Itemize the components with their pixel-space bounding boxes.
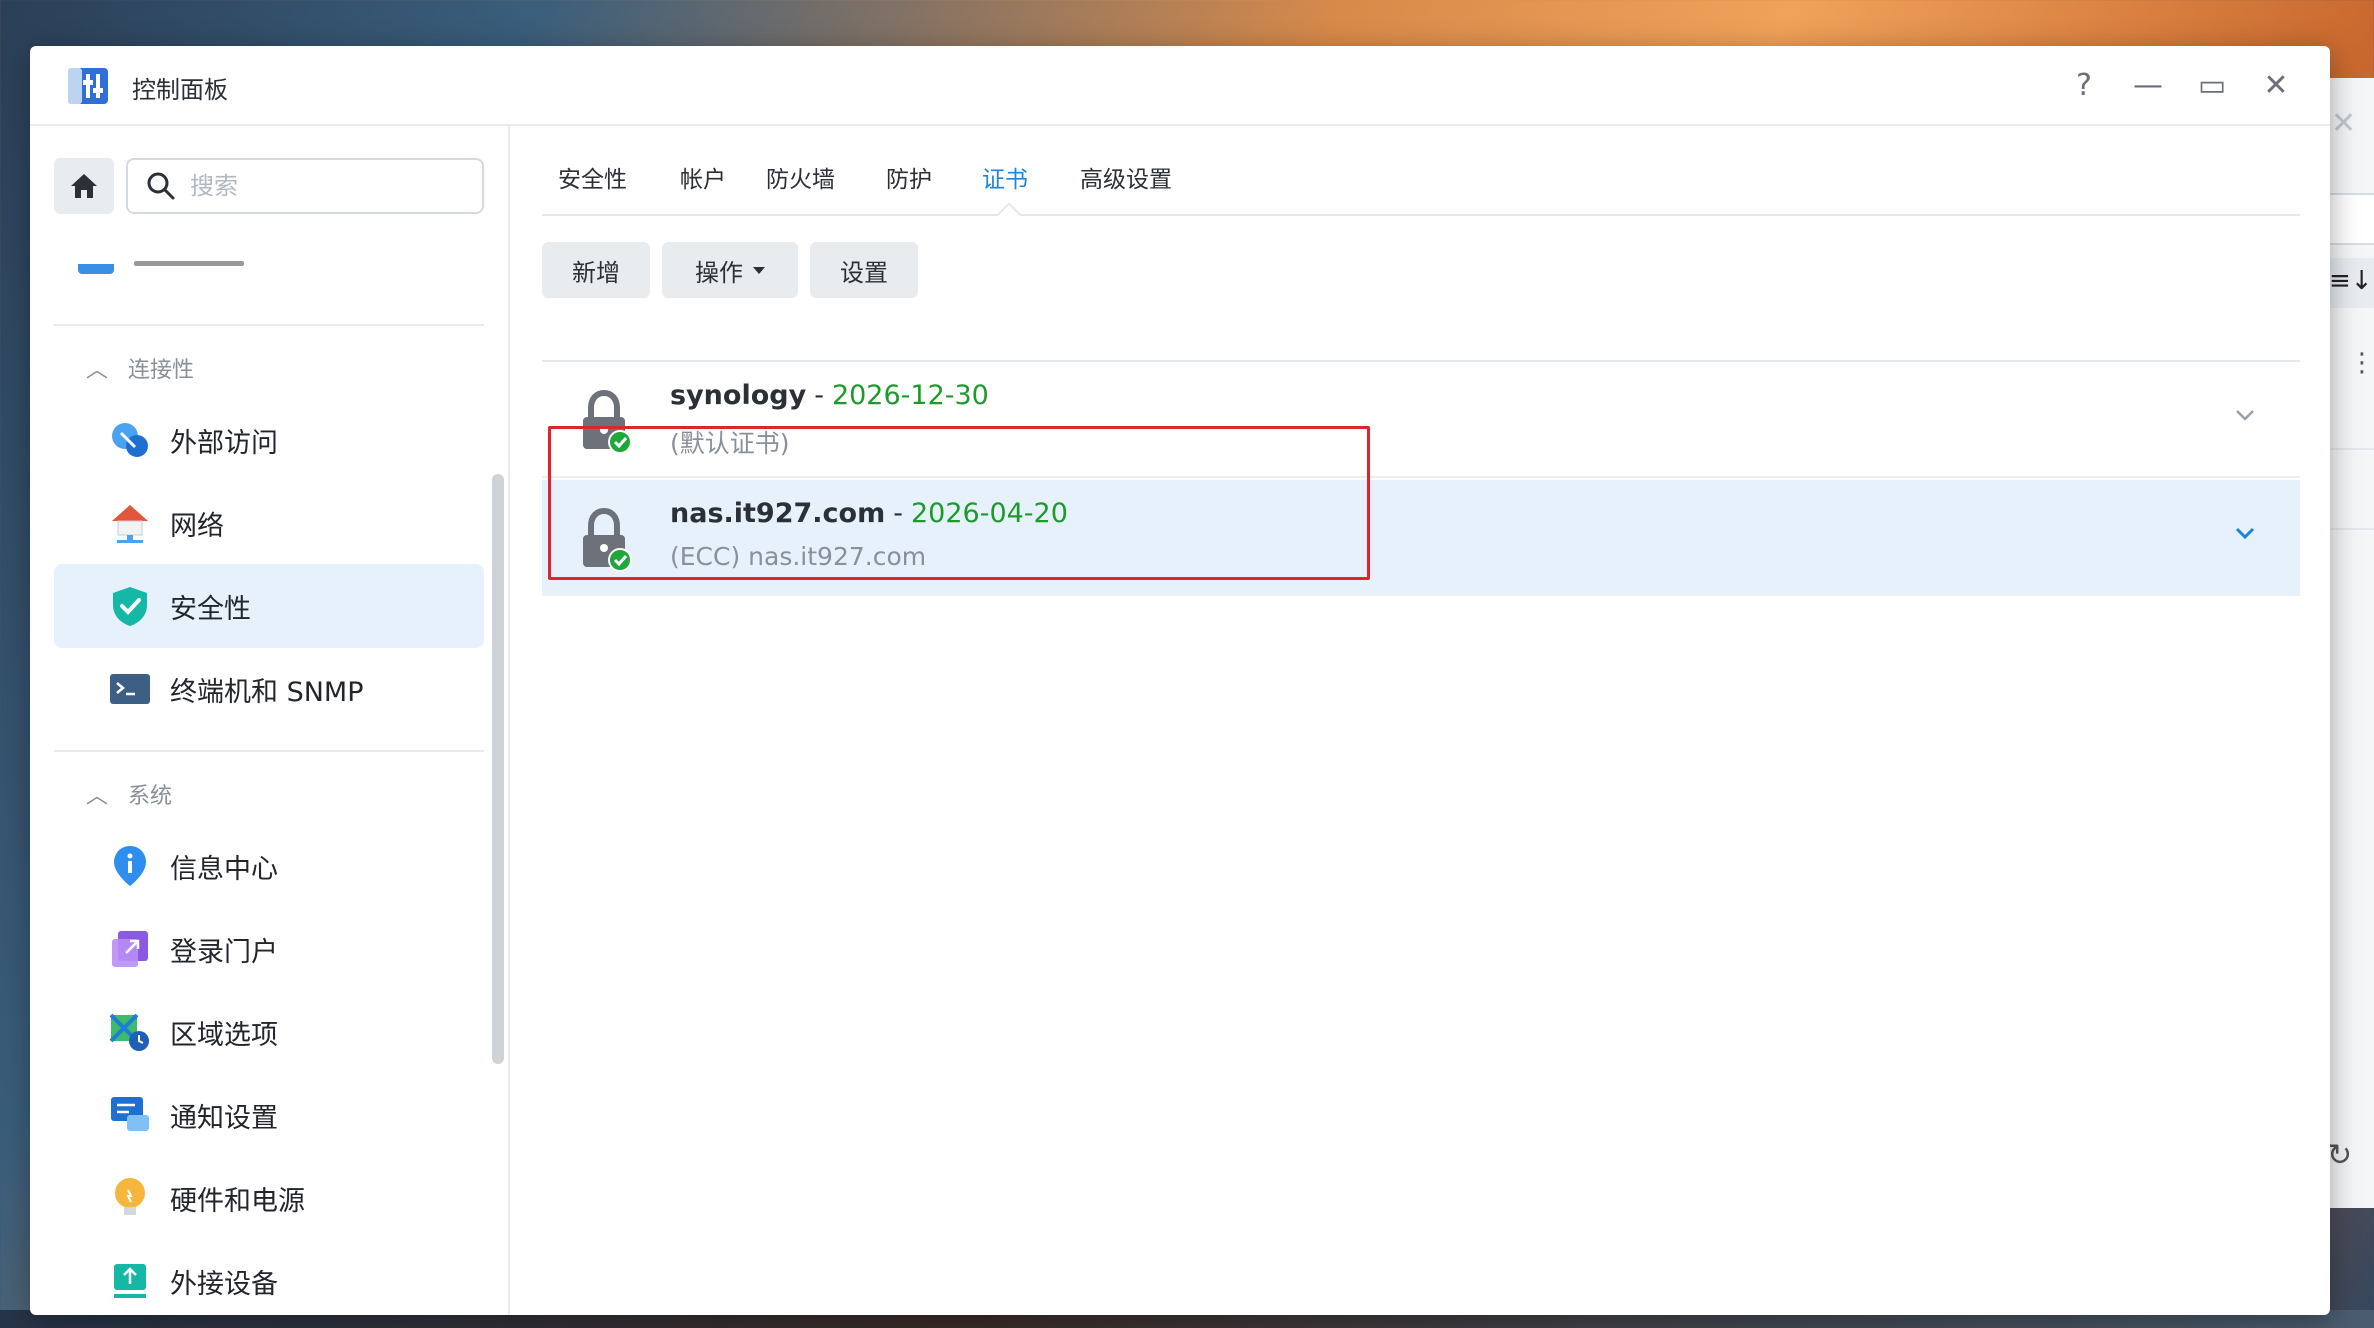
sidebar-item-security[interactable]: 安全性 bbox=[54, 564, 484, 648]
tab-protection[interactable]: 防护 bbox=[886, 160, 932, 194]
home-icon bbox=[71, 174, 97, 198]
section-system[interactable]: ︿ 系统 bbox=[86, 778, 172, 810]
settings-button[interactable]: 设置 bbox=[810, 242, 918, 298]
search-icon bbox=[147, 172, 175, 200]
tab-firewall[interactable]: 防火墙 bbox=[766, 160, 835, 194]
sidebar-item-terminal-snmp[interactable]: 终端机和 SNMP bbox=[54, 647, 484, 731]
background-close-icon: ✕ bbox=[2331, 106, 2357, 141]
terminal-icon bbox=[108, 667, 152, 711]
add-button[interactable]: 新增 bbox=[542, 242, 650, 298]
certificate-row-nas-it927[interactable]: nas.it927.com -2026-04-20 (ECC) nas.it927… bbox=[542, 480, 2300, 596]
tab-security[interactable]: 安全性 bbox=[558, 160, 627, 194]
sidebar-item-external-access[interactable]: 外部访问 bbox=[54, 398, 484, 482]
clipped-item-icon bbox=[78, 264, 114, 274]
external-device-icon bbox=[108, 1259, 152, 1303]
maximize-button[interactable]: ▭ bbox=[2190, 64, 2234, 108]
certificate-subtitle: (ECC) nas.it927.com bbox=[670, 542, 927, 571]
certificate-name-line: nas.it927.com -2026-04-20 bbox=[670, 498, 1068, 529]
certificate-expiry: 2026-12-30 bbox=[831, 380, 989, 411]
external-access-icon bbox=[108, 418, 152, 462]
home-button[interactable] bbox=[54, 158, 114, 214]
chevron-down-icon[interactable] bbox=[2230, 518, 2260, 548]
notification-chat-icon bbox=[108, 1093, 152, 1137]
chevron-up-icon: ︿ bbox=[86, 784, 109, 809]
close-button[interactable]: ✕ bbox=[2254, 64, 2298, 108]
certificate-row-synology[interactable]: synology -2026-12-30 (默认证书) bbox=[542, 362, 2300, 478]
certificate-name-line: synology -2026-12-30 bbox=[670, 380, 989, 411]
certificate-name: nas.it927.com bbox=[670, 498, 886, 529]
sidebar-item-hardware-power[interactable]: 硬件和电源 bbox=[54, 1156, 484, 1240]
tab-advanced[interactable]: 高级设置 bbox=[1080, 160, 1172, 194]
background-refresh-icon: ↻ bbox=[2327, 1138, 2353, 1173]
control-panel-app-icon bbox=[68, 68, 108, 104]
sidebar-item-notification[interactable]: 通知设置 bbox=[54, 1073, 484, 1157]
lock-check-icon bbox=[583, 508, 632, 572]
tab-certificate[interactable]: 证书 bbox=[982, 160, 1028, 194]
sidebar-item-info-center[interactable]: 信息中心 bbox=[54, 824, 484, 908]
title-bar: 控制面板 ? — ▭ ✕ bbox=[30, 46, 2330, 126]
chevron-down-icon[interactable] bbox=[2230, 400, 2260, 430]
sidebar-item-external-devices[interactable]: 外接设备 bbox=[54, 1239, 484, 1315]
regional-map-clock-icon bbox=[108, 1010, 152, 1054]
certificate-expiry: 2026-04-20 bbox=[911, 498, 1068, 529]
active-tab-indicator bbox=[996, 202, 1022, 228]
sidebar: ︿ 连接性 外部访问 网络 安全性 终端机和 SNMP bbox=[30, 126, 510, 1315]
minimize-button[interactable]: — bbox=[2126, 64, 2170, 108]
help-button[interactable]: ? bbox=[2062, 64, 2106, 108]
sidebar-item-regional-options[interactable]: 区域选项 bbox=[54, 990, 484, 1074]
sidebar-item-network[interactable]: 网络 bbox=[54, 481, 484, 565]
action-dropdown-button[interactable]: 操作 bbox=[662, 242, 798, 298]
shield-icon bbox=[108, 584, 152, 628]
tab-account[interactable]: 帐户 bbox=[680, 160, 726, 194]
search-box[interactable] bbox=[126, 158, 484, 214]
lightbulb-icon bbox=[108, 1176, 152, 1220]
info-pin-icon bbox=[108, 844, 152, 888]
certificate-name: synology bbox=[670, 380, 807, 411]
window-title: 控制面板 bbox=[132, 76, 228, 104]
login-portal-icon bbox=[108, 927, 152, 971]
sidebar-item-login-portal[interactable]: 登录门户 bbox=[54, 907, 484, 991]
tab-bar: 安全性 帐户 防火墙 防护 证书 高级设置 bbox=[542, 154, 2300, 228]
main-panel: 安全性 帐户 防火墙 防护 证书 高级设置 新增 操作 设置 synology … bbox=[512, 126, 2330, 1315]
sidebar-scrollbar[interactable] bbox=[492, 474, 504, 1064]
chevron-up-icon: ︿ bbox=[86, 358, 109, 383]
section-connectivity[interactable]: ︿ 连接性 bbox=[86, 352, 194, 384]
control-panel-window: 控制面板 ? — ▭ ✕ ︿ 连接性 外部 bbox=[30, 46, 2330, 1315]
caret-down-icon bbox=[753, 266, 765, 274]
background-more-icon: ⋮ bbox=[2349, 348, 2374, 378]
search-input[interactable] bbox=[190, 172, 460, 200]
network-house-icon bbox=[108, 501, 152, 545]
clipped-item-label bbox=[134, 256, 254, 270]
certificate-subtitle: (默认证书) bbox=[670, 429, 790, 458]
lock-check-icon bbox=[583, 390, 632, 454]
